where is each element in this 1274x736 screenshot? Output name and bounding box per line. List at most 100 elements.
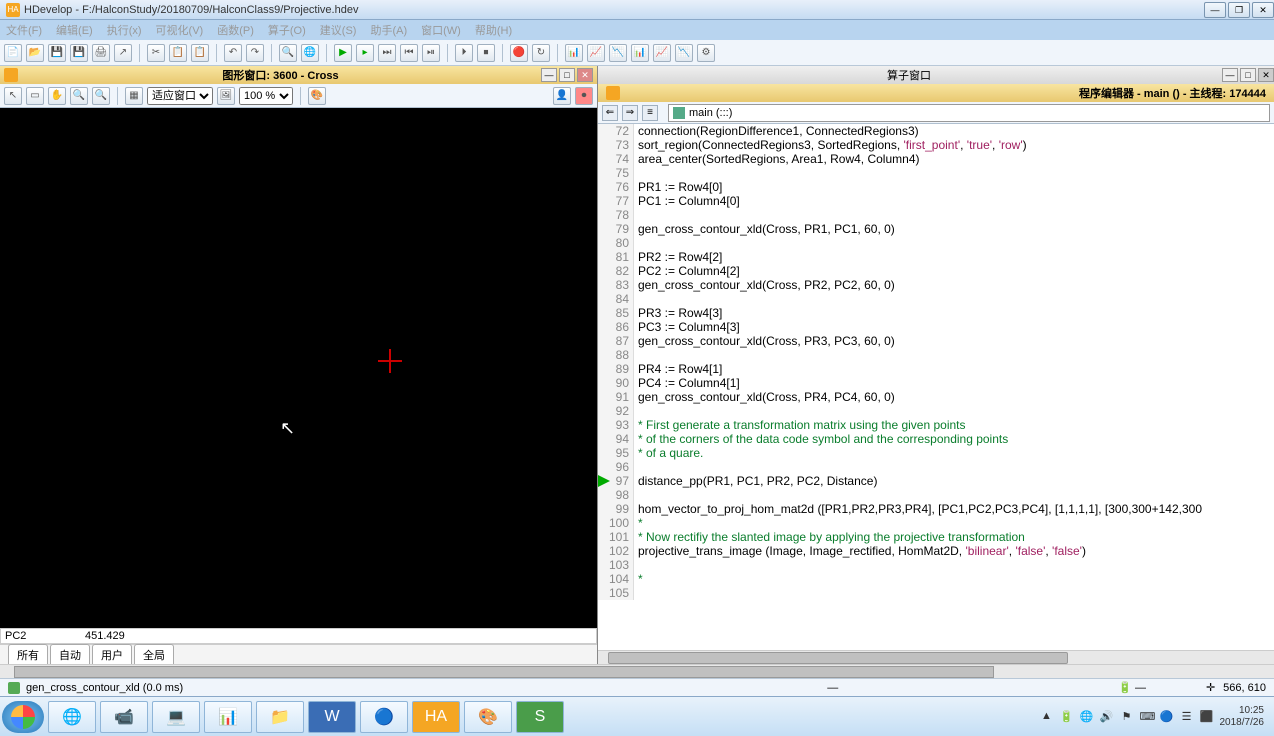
code-line[interactable]: 85PR3 := Row4[3] [598, 306, 1274, 320]
menu-edit[interactable]: 编辑(E) [56, 22, 93, 38]
menu-visualize[interactable]: 可视化(V) [156, 22, 204, 38]
stop-button[interactable]: ⏹ [477, 44, 495, 62]
world-button[interactable]: 🌐 [301, 44, 319, 62]
image-icon[interactable]: 🖼 [217, 87, 235, 105]
code-editor[interactable]: 72connection(RegionDifference1, Connecte… [598, 124, 1274, 650]
paste-button[interactable]: 📋 [191, 44, 209, 62]
operator-minimize[interactable]: — [1222, 68, 1238, 82]
taskbar-app-7[interactable]: 🔵 [360, 701, 408, 733]
code-line[interactable]: 105 [598, 586, 1274, 600]
fit-select[interactable]: 适应窗口 [147, 87, 213, 105]
taskbar-app-4[interactable]: 📊 [204, 701, 252, 733]
chart4-button[interactable]: 📊 [631, 44, 649, 62]
step-out-button[interactable]: ⏯ [422, 44, 440, 62]
chart5-button[interactable]: 📈 [653, 44, 671, 62]
minimize-button[interactable]: — [1204, 2, 1226, 18]
code-line[interactable]: 94* of the corners of the data code symb… [598, 432, 1274, 446]
tray-icon[interactable]: ⬛ [1200, 710, 1214, 724]
close-button[interactable]: ✕ [1252, 2, 1274, 18]
reset-button[interactable]: ↻ [532, 44, 550, 62]
menu-suggest[interactable]: 建议(S) [320, 22, 357, 38]
taskbar-app-1[interactable]: 🌐 [48, 701, 96, 733]
code-line[interactable]: 72connection(RegionDifference1, Connecte… [598, 124, 1274, 138]
operator-maximize[interactable]: □ [1240, 68, 1256, 82]
undo-button[interactable]: ↶ [224, 44, 242, 62]
code-line[interactable]: 93* First generate a transformation matr… [598, 418, 1274, 432]
taskbar-app-3[interactable]: 💻 [152, 701, 200, 733]
menu-window[interactable]: 窗口(W) [421, 22, 461, 38]
code-line[interactable]: 78 [598, 208, 1274, 222]
code-line[interactable]: 96 [598, 460, 1274, 474]
horizontal-scrollbar[interactable] [598, 650, 1274, 664]
tray-icon[interactable]: 🔋 [1060, 710, 1074, 724]
chart6-button[interactable]: 📉 [675, 44, 693, 62]
tray-icon[interactable]: 🔵 [1160, 710, 1174, 724]
nav-back[interactable]: ⇐ [602, 105, 618, 121]
print-button[interactable]: 🖨 [92, 44, 110, 62]
graphics-maximize[interactable]: □ [559, 68, 575, 82]
menu-execute[interactable]: 执行(x) [107, 22, 142, 38]
code-line[interactable]: 99hom_vector_to_proj_hom_mat2d ([PR1,PR2… [598, 502, 1274, 516]
saveall-button[interactable]: 💾 [70, 44, 88, 62]
code-line[interactable]: 100* [598, 516, 1274, 530]
code-line[interactable]: 90PC4 := Column4[1] [598, 376, 1274, 390]
chart2-button[interactable]: 📈 [587, 44, 605, 62]
procedure-select[interactable]: main (:::) [668, 104, 1270, 122]
pointer-tool[interactable]: ↖ [4, 87, 22, 105]
taskbar-app-2[interactable]: 📹 [100, 701, 148, 733]
copy-button[interactable]: 📋 [169, 44, 187, 62]
code-line[interactable]: 103 [598, 558, 1274, 572]
zoom-select[interactable]: 100 % [239, 87, 293, 105]
code-line[interactable]: 98 [598, 488, 1274, 502]
step-button[interactable]: ▸ [356, 44, 374, 62]
maximize-button[interactable]: ❐ [1228, 2, 1250, 18]
zoom-dropdown[interactable]: 🔍▾ [92, 87, 110, 105]
code-line[interactable]: 88 [598, 348, 1274, 362]
code-line[interactable]: 82PC2 := Column4[2] [598, 264, 1274, 278]
clock[interactable]: 10:25 2018/7/26 [1220, 705, 1265, 729]
code-line[interactable]: 74area_center(SortedRegions, Area1, Row4… [598, 152, 1274, 166]
breakpoint-button[interactable]: 🔴 [510, 44, 528, 62]
step-into-button[interactable]: ⏮ [400, 44, 418, 62]
user-tool[interactable]: 👤 [553, 87, 571, 105]
code-line[interactable]: 102projective_trans_image (Image, Image_… [598, 544, 1274, 558]
menu-help[interactable]: 帮助(H) [475, 22, 512, 38]
code-line[interactable]: 89PR4 := Row4[1] [598, 362, 1274, 376]
taskbar-app-10[interactable]: S [516, 701, 564, 733]
code-line[interactable]: 84 [598, 292, 1274, 306]
taskbar-app-6[interactable]: W [308, 701, 356, 733]
code-line[interactable]: 87gen_cross_contour_xld(Cross, PR3, PC3,… [598, 334, 1274, 348]
code-line[interactable]: 75 [598, 166, 1274, 180]
redo-button[interactable]: ↷ [246, 44, 264, 62]
graphics-canvas[interactable]: ↖ [0, 108, 597, 628]
graphics-minimize[interactable]: — [541, 68, 557, 82]
cut-button[interactable]: ✂ [147, 44, 165, 62]
tab-user[interactable]: 用户 [92, 644, 132, 665]
save-button[interactable]: 💾 [48, 44, 66, 62]
tray-icon[interactable]: ⚑ [1120, 710, 1134, 724]
taskbar-app-8[interactable]: HA [412, 701, 460, 733]
tray-icon[interactable]: 🌐 [1080, 710, 1094, 724]
taskbar-app-9[interactable]: 🎨 [464, 701, 512, 733]
step-over-button[interactable]: ⏭ [378, 44, 396, 62]
code-line[interactable]: 81PR2 := Row4[2] [598, 250, 1274, 264]
code-line[interactable]: 101* Now rectifiy the slanted image by a… [598, 530, 1274, 544]
menu-operator[interactable]: 算子(O) [268, 22, 306, 38]
menu-assistant[interactable]: 助手(A) [370, 22, 407, 38]
code-line[interactable]: 83gen_cross_contour_xld(Cross, PR2, PC2,… [598, 278, 1274, 292]
record-tool[interactable]: ⏺ [575, 87, 593, 105]
run-button[interactable]: ▶ [334, 44, 352, 62]
zoom-tool[interactable]: 🔍 [70, 87, 88, 105]
export-button[interactable]: ↗ [114, 44, 132, 62]
chart3-button[interactable]: 📉 [609, 44, 627, 62]
run-to-button[interactable]: ⏵ [455, 44, 473, 62]
select-tool[interactable]: ▭ [26, 87, 44, 105]
menu-file[interactable]: 文件(F) [6, 22, 42, 38]
tab-all[interactable]: 所有 [8, 644, 48, 665]
chart1-button[interactable]: 📊 [565, 44, 583, 62]
code-line[interactable]: 86PC3 := Column4[3] [598, 320, 1274, 334]
tab-auto[interactable]: 自动 [50, 644, 90, 665]
code-line[interactable]: 95* of a quare. [598, 446, 1274, 460]
tray-icon[interactable]: ⌨ [1140, 710, 1154, 724]
tray-icon[interactable]: ☰ [1180, 710, 1194, 724]
